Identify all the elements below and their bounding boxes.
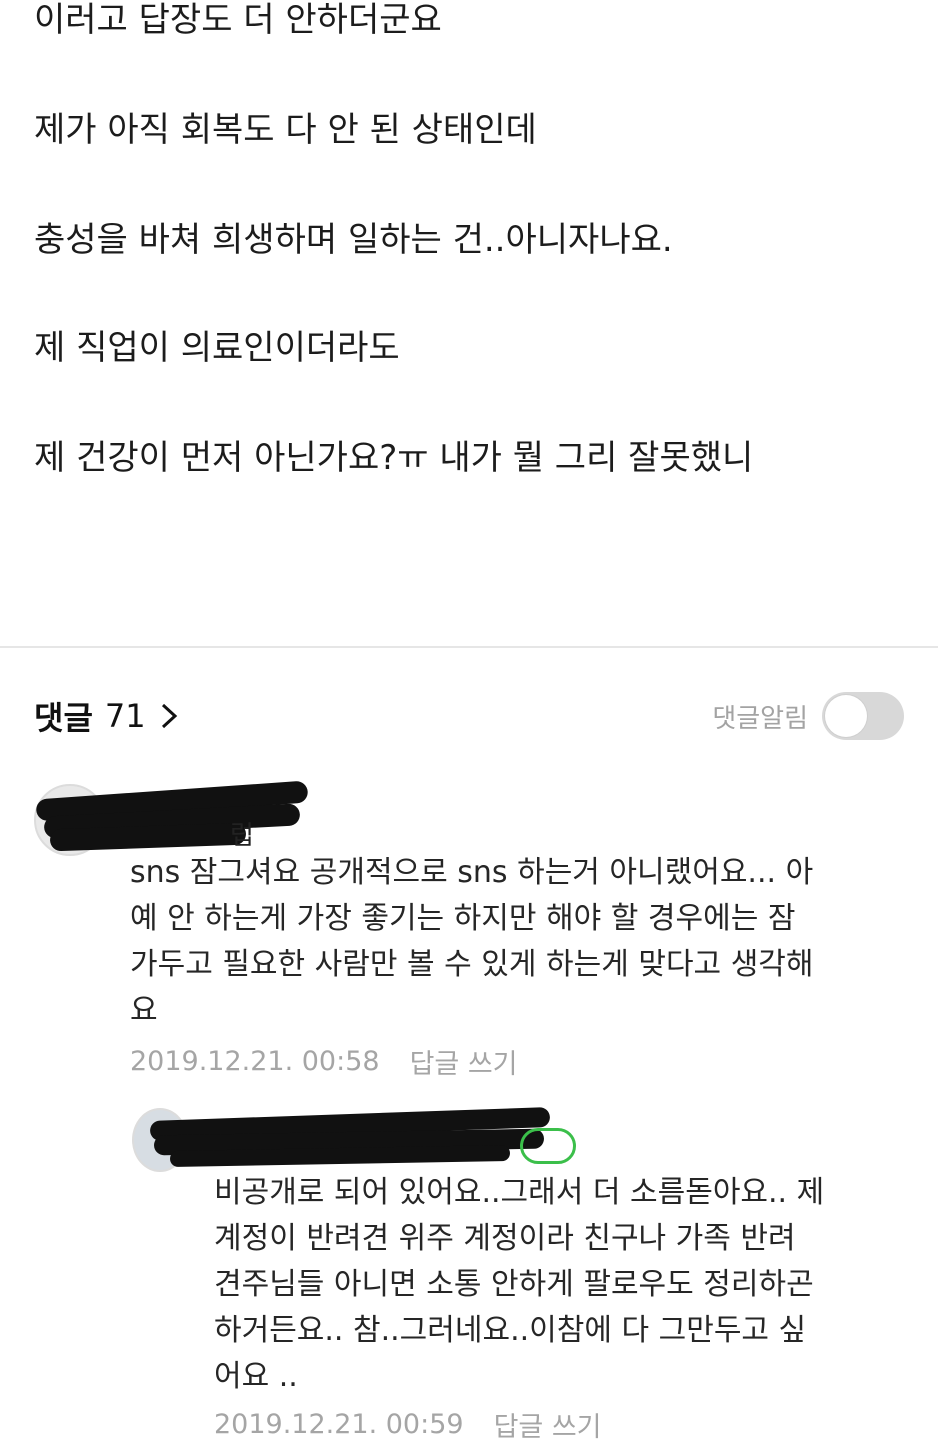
comment-text-line: sns 잠그셔요 공개적으로 sns 하는거 아니랬어요... 아 [130, 855, 814, 890]
post-line: 제 직업이 의료인이더라도 [34, 328, 400, 368]
author-badge [520, 1128, 576, 1164]
comment-text-line: 계정이 반려견 위주 계정이라 친구나 가족 반려 [214, 1221, 796, 1256]
post-line: 충성을 바쳐 희생하며 일하는 건..아니자나요. [34, 220, 673, 260]
reply-button[interactable]: 답글 쓰기 [494, 1405, 602, 1444]
post-line: 이러고 답장도 더 안하더군요 [34, 0, 442, 40]
comment-timestamp: 2019.12.21. 00:59 [214, 1409, 464, 1440]
comment-text: sns 잠그셔요 공개적으로 sns 하는거 아니랬어요... 아 예 안 하는… [130, 850, 814, 1034]
post-line: 제가 아직 회복도 다 안 된 상태인데 [34, 110, 537, 150]
comment-text: 비공개로 되어 있어요..그래서 더 소름돋아요.. 제 계정이 반려견 위주 … [214, 1170, 824, 1400]
comment-text-line: 하거든요.. 참..그러네요..이참에 다 그만두고 싶 [214, 1313, 807, 1348]
comment-text-line: 비공개로 되어 있어요..그래서 더 소름돋아요.. 제 [214, 1175, 825, 1210]
comments-count: 71 [104, 697, 146, 735]
comment-meta: 2019.12.21. 00:58 답글 쓰기 [130, 1042, 518, 1081]
divider [0, 646, 938, 648]
toggle-knob [825, 695, 867, 737]
comment-notification-label: 댓글알림 [712, 703, 808, 734]
reply-button[interactable]: 답글 쓰기 [410, 1042, 518, 1081]
chevron-right-icon [156, 701, 182, 731]
comment-timestamp: 2019.12.21. 00:58 [130, 1046, 380, 1077]
comment-text-line: 어요 .. [214, 1359, 298, 1394]
comment-meta: 2019.12.21. 00:59 답글 쓰기 [214, 1405, 602, 1444]
comment-notification-toggle[interactable] [822, 692, 904, 740]
comments-title: 댓글 [34, 699, 93, 737]
comment-text-line: 예 안 하는게 가장 좋기는 하지만 해야 할 경우에는 잠 [130, 901, 796, 936]
post-line: 제 건강이 먼저 아닌가요?ㅠ 내가 뭘 그리 잘못했니 [34, 438, 754, 478]
comment-notification: 댓글알림 [712, 692, 904, 740]
nickname-tail: 럽 [230, 821, 254, 851]
comment-text-line: 요 [130, 993, 158, 1028]
comment-text-line: 견주님들 아니면 소통 안하게 팔로우도 정리하곤 [214, 1267, 814, 1302]
comment-text-line: 가두고 필요한 사람만 볼 수 있게 하는게 맞다고 생각해 [130, 947, 814, 982]
comments-header-link[interactable]: 댓글 71 [34, 694, 182, 738]
